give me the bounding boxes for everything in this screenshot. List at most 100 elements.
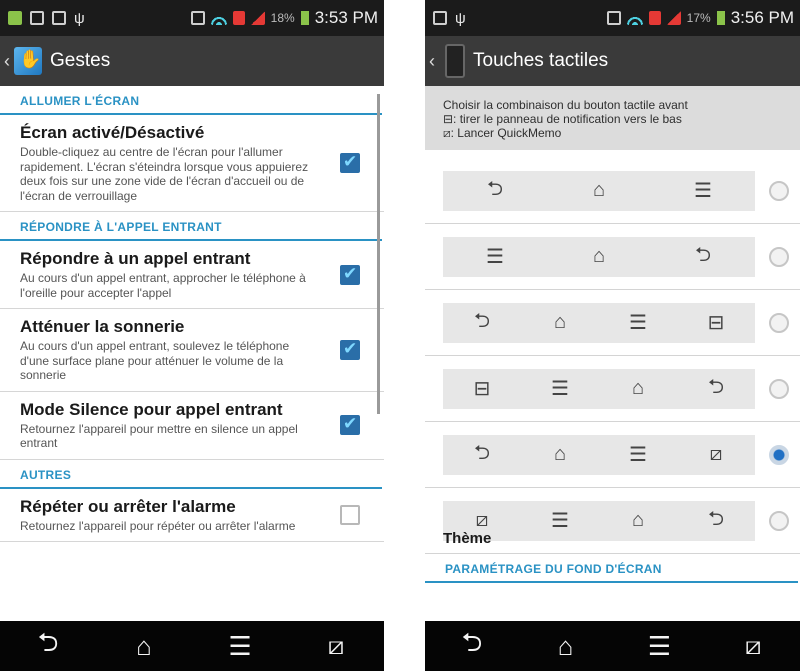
image-icon (30, 11, 44, 25)
back-icon: ⮌ (707, 507, 725, 530)
radio-button[interactable] (769, 312, 789, 333)
info-panel: Choisir la combinaison du bouton tactile… (425, 86, 800, 150)
setting-snooze-alarm[interactable]: Répéter ou arrêter l'alarme Retournez l'… (0, 489, 384, 542)
navigation-bar: ⮌ ⌂ ☰ ⧄ (0, 621, 384, 671)
signal-icon (250, 11, 265, 25)
setting-description: Double-cliquez au centre de l'écran pour… (20, 145, 309, 203)
menu-icon: ☰ (551, 510, 569, 532)
back-icon[interactable]: ⮌ (23, 624, 73, 668)
navigation-bar: ⮌ ⌂ ☰ ⧄ (425, 621, 800, 671)
battery-icon (716, 11, 725, 25)
status-time: 3:56 PM (730, 8, 794, 27)
title-bar[interactable]: ‹ Gestes (0, 36, 384, 86)
section-header: RÉPONDRE À L'APPEL ENTRANT (0, 212, 382, 241)
front-touch-buttons-screen: ψ 17% 3:56 PM ‹ Touches tactiles Choisir… (425, 0, 800, 671)
combination-preview: ☰ ⌂ ⮌ (443, 236, 755, 277)
vibrate-icon (606, 11, 621, 25)
info-line: Choisir la combinaison du bouton tactile… (443, 98, 688, 112)
setting-title: Écran activé/Désactivé (20, 123, 205, 142)
setting-silence-call[interactable]: Mode Silence pour appel entrant Retourne… (0, 392, 384, 460)
radio-button[interactable] (769, 378, 789, 399)
wifi-icon (626, 11, 643, 25)
notification-icon: ⊟ (707, 312, 725, 334)
section-header: PARAMÉTRAGE DU FOND D'ÉCRAN (425, 554, 798, 583)
battery-saver-icon (8, 11, 22, 25)
page-title: Touches tactiles (473, 50, 609, 71)
button-combination-row[interactable]: ☰ ⌂ ⮌ (425, 224, 800, 290)
image-icon (433, 11, 447, 25)
button-combination-row[interactable]: ⮌ ⌂ ☰ ⧄ (425, 422, 800, 488)
combination-preview: ⮌ ⌂ ☰ ⊟ (443, 302, 755, 343)
theme-label[interactable]: Thème (443, 530, 491, 547)
checkbox[interactable] (340, 414, 360, 435)
status-time: 3:53 PM (314, 8, 378, 27)
page-title: Gestes (50, 50, 111, 71)
back-icon: ⮌ (707, 375, 725, 398)
setting-screen-on-off[interactable]: Écran activé/Désactivé Double-cliquez au… (0, 115, 384, 212)
home-icon: ⌂ (631, 377, 645, 399)
quickmemo-icon: ⧄ (475, 509, 489, 531)
battery-icon (300, 11, 309, 25)
setting-answer-call[interactable]: Répondre à un appel entrant Au cours d'u… (0, 241, 384, 309)
notification-icon: ⊟ (473, 378, 491, 400)
radio-button[interactable] (769, 510, 789, 531)
radio-button[interactable] (769, 180, 789, 201)
status-bar: ψ 17% 3:56 PM (425, 0, 800, 36)
menu-icon: ☰ (629, 444, 647, 466)
back-chevron-icon[interactable]: ‹ (425, 51, 435, 72)
combination-preview: ⮌ ⌂ ☰ ⧄ (443, 434, 755, 475)
setting-description: Retournez l'appareil pour mettre en sile… (20, 421, 298, 451)
setting-title: Mode Silence pour appel entrant (20, 399, 283, 419)
combination-preview: ⊟ ☰ ⌂ ⮌ (443, 368, 755, 409)
home-icon[interactable]: ⌂ (541, 631, 591, 662)
home-icon[interactable]: ⌂ (119, 631, 169, 662)
setting-title: Répondre à un appel entrant (20, 249, 251, 268)
status-bar: ψ 18% 3:53 PM (0, 0, 384, 36)
button-combination-row[interactable]: ⊟ ☰ ⌂ ⮌ (425, 356, 800, 422)
home-icon: ⌂ (553, 311, 567, 333)
menu-icon[interactable]: ☰ (215, 631, 265, 662)
usb-icon: ψ (74, 9, 85, 27)
home-icon: ⌂ (592, 179, 606, 201)
menu-icon[interactable]: ☰ (634, 631, 684, 662)
quickmemo-icon[interactable]: ⧄ (728, 630, 778, 662)
back-chevron-icon[interactable]: ‹ (0, 51, 10, 72)
vibrate-icon (190, 11, 205, 25)
wifi-icon (210, 11, 227, 25)
nfc-icon (232, 11, 245, 25)
radio-button[interactable] (769, 246, 789, 267)
title-bar[interactable]: ‹ Touches tactiles (425, 36, 800, 86)
back-icon: ⮌ (473, 309, 491, 332)
battery-percent: 18% (270, 11, 295, 25)
back-icon: ⮌ (486, 177, 504, 200)
checkbox[interactable] (340, 339, 360, 360)
checkbox[interactable] (340, 264, 360, 285)
checkbox[interactable] (340, 152, 360, 173)
mail-icon (52, 11, 66, 25)
scrollbar[interactable] (377, 94, 380, 414)
menu-icon: ☰ (551, 378, 569, 400)
battery-percent: 17% (686, 11, 711, 25)
back-icon[interactable]: ⮌ (447, 624, 497, 668)
section-header: ALLUMER L'ÉCRAN (0, 86, 382, 115)
home-icon: ⌂ (592, 245, 606, 267)
setting-fade-ringtone[interactable]: Atténuer la sonnerie Au cours d'un appel… (0, 309, 384, 392)
menu-icon: ☰ (694, 180, 712, 202)
section-header: AUTRES (0, 460, 382, 489)
back-icon: ⮌ (473, 441, 491, 464)
setting-title: Répéter ou arrêter l'alarme (20, 496, 236, 516)
menu-icon: ☰ (486, 246, 504, 268)
setting-description: Retournez l'appareil pour répéter ou arr… (20, 518, 296, 533)
settings-list[interactable]: ALLUMER L'ÉCRAN Écran activé/Désactivé D… (0, 86, 384, 621)
checkbox[interactable] (340, 504, 360, 525)
gestures-app-icon (14, 47, 42, 75)
menu-icon: ☰ (629, 312, 647, 334)
quickmemo-icon[interactable]: ⧄ (311, 630, 361, 662)
home-icon: ⌂ (631, 509, 645, 531)
button-combination-row[interactable]: ⮌ ⌂ ☰ (425, 158, 800, 224)
home-icon: ⌂ (553, 443, 567, 465)
setting-description: Au cours d'un appel entrant, approcher l… (20, 271, 306, 300)
combination-preview: ⮌ ⌂ ☰ (443, 170, 755, 211)
button-combination-row[interactable]: ⮌ ⌂ ☰ ⊟ (425, 290, 800, 356)
radio-button[interactable] (769, 444, 789, 465)
